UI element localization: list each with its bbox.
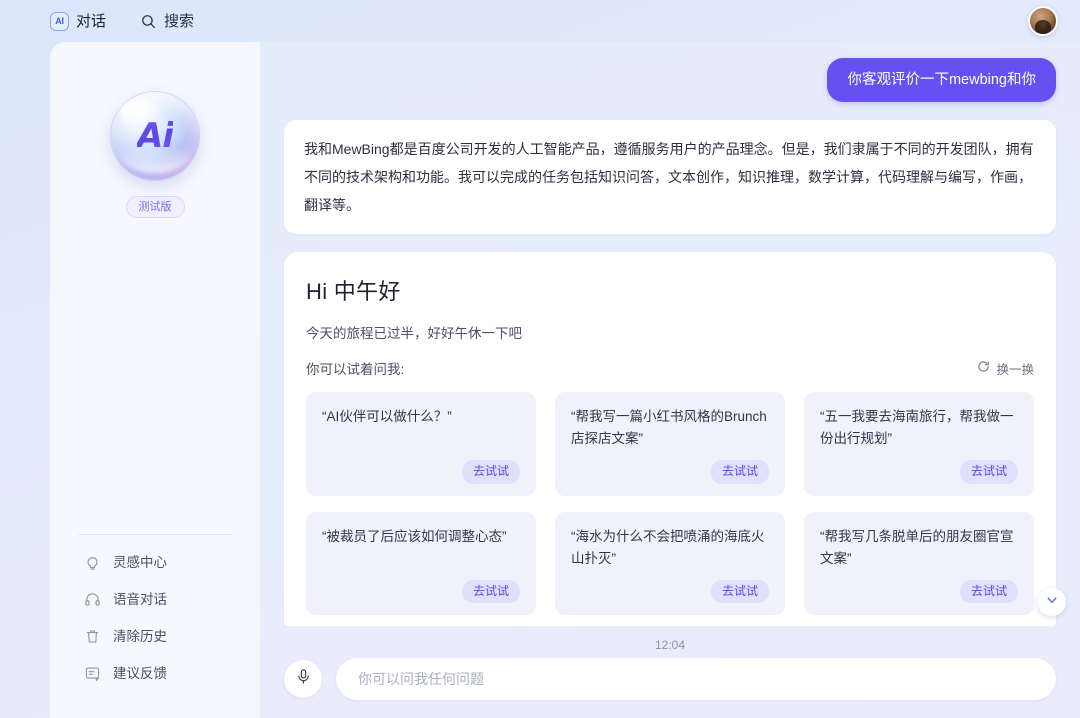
suggestion-card[interactable]: “五一我要去海南旅行，帮我做一份出行规划” 去试试 [804,392,1034,496]
logo-text: Ai [137,116,174,156]
message-bubble-assistant: 我和MewBing都是百度公司开发的人工智能产品，遵循服务用户的产品理念。但是，… [284,120,1056,234]
sidebar-item-label: 建议反馈 [113,665,167,681]
try-it-button[interactable]: 去试试 [710,579,769,604]
suggestion-action-wrap: 去试试 [571,579,769,604]
tab-chat[interactable]: AI 对话 [50,11,107,31]
try-it-button[interactable]: 去试试 [710,460,769,484]
lightbulb-icon [84,554,101,571]
sidebar-item-voice-chat[interactable]: 语音对话 [84,591,260,608]
sidebar: Ai 测试版 灵感中心 语音对话 清除历史 建议反馈 [50,42,260,718]
search-icon [140,13,157,30]
microphone-icon [295,668,312,690]
suggestion-card[interactable]: “帮我写几条脱单后的朋友圈官宣文案” 去试试 [804,511,1034,616]
sidebar-menu: 灵感中心 语音对话 清除历史 建议反馈 [50,554,260,682]
suggestion-text: “AI伙伴可以做什么？” [322,409,452,424]
suggestion-text: “帮我写一篇小红书风格的Brunch店探店文案” [571,409,767,446]
suggestion-action-wrap: 去试试 [322,579,520,604]
refresh-label: 换一换 [996,362,1034,377]
try-it-button[interactable]: 去试试 [959,579,1018,604]
suggestion-text: “五一我要去海南旅行，帮我做一份出行规划” [820,409,1014,446]
app-shell: Ai 测试版 灵感中心 语音对话 清除历史 建议反馈 你客观评价一下mewbin… [50,42,1080,718]
message-timestamp: 12:04 [654,638,686,652]
user-avatar[interactable] [1028,6,1058,36]
message-bubble-user: 你客观评价一下mewbing和你 [827,58,1056,102]
brand-logo: Ai 测试版 [111,92,199,219]
suggestion-action-wrap: 去试试 [322,460,520,484]
try-it-button[interactable]: 去试试 [461,579,520,604]
ai-orb-icon: Ai [111,92,199,180]
suggestion-card[interactable]: “海水为什么不会把喷涌的海底火山扑灭” 去试试 [555,511,785,616]
main-panel: 需要合作，可在在线交流的技术细节们的工作。 你客观评价一下mewbing和你 我… [260,42,1080,718]
sidebar-item-feedback[interactable]: 建议反馈 [84,665,260,682]
tab-search[interactable]: 搜索 [140,13,194,30]
sidebar-item-clear-history[interactable]: 清除历史 [84,628,260,645]
greeting-hint-bar: 你可以试着问我: 换一换 [306,358,1034,378]
suggestion-action-wrap: 去试试 [820,460,1018,484]
sidebar-item-inspiration[interactable]: 灵感中心 [84,554,260,571]
sidebar-item-label: 灵感中心 [113,554,167,570]
beta-badge: 测试版 [125,196,185,219]
suggestion-action-wrap: 去试试 [571,460,769,484]
suggestion-text: “帮我写几条脱单后的朋友圈官宣文案” [820,528,1014,566]
suggestion-card-grid: “AI伙伴可以做什么？” 去试试 “帮我写一篇小红书风格的Brunch店探店文案… [306,392,1034,616]
top-navigation-bar: AI 对话 搜索 [0,0,1080,42]
feedback-icon [84,665,101,682]
ai-chip-icon: AI [50,11,69,31]
sidebar-item-label: 语音对话 [113,591,167,607]
nav-group: AI 对话 搜索 [50,11,194,31]
composer-bar [260,658,1080,718]
try-it-button[interactable]: 去试试 [461,460,520,484]
chevron-down-icon [1045,593,1059,612]
try-it-button[interactable]: 去试试 [959,460,1018,484]
refresh-icon [977,360,990,376]
greeting-hint: 你可以试着问我: [306,362,405,377]
suggestion-text: “被裁员了后应该如何调整心态” [322,528,507,544]
message-stream[interactable]: 需要合作，可在在线交流的技术细节们的工作。 你客观评价一下mewbing和你 我… [260,42,1080,626]
suggestion-text: “海水为什么不会把喷涌的海底火山扑灭” [571,528,765,566]
microphone-button[interactable] [284,660,322,698]
refresh-suggestions-button[interactable]: 换一换 [977,359,1034,378]
message-row-user: 你客观评价一下mewbing和你 [284,58,1056,102]
suggestion-card[interactable]: “帮我写一篇小红书风格的Brunch店探店文案” 去试试 [555,392,785,496]
tab-chat-label: 对话 [76,12,107,30]
greeting-title: Hi 中午好 [306,279,401,304]
scroll-to-bottom-button[interactable] [1038,588,1066,616]
message-input[interactable] [336,658,1056,700]
sidebar-divider [78,534,232,535]
trash-icon [84,628,101,645]
sidebar-item-label: 清除历史 [113,628,167,644]
greeting-card: Hi 中午好 今天的旅程已过半，好好午休一下吧 你可以试着问我: 换一换 “AI… [284,252,1056,626]
suggestion-action-wrap: 去试试 [820,579,1018,604]
greeting-subtitle: 今天的旅程已过半，好好午休一下吧 [306,326,522,341]
suggestion-card[interactable]: “被裁员了后应该如何调整心态” 去试试 [306,511,536,616]
suggestion-card[interactable]: “AI伙伴可以做什么？” 去试试 [306,392,536,496]
headphones-icon [84,591,101,608]
tab-search-label: 搜索 [164,12,195,30]
